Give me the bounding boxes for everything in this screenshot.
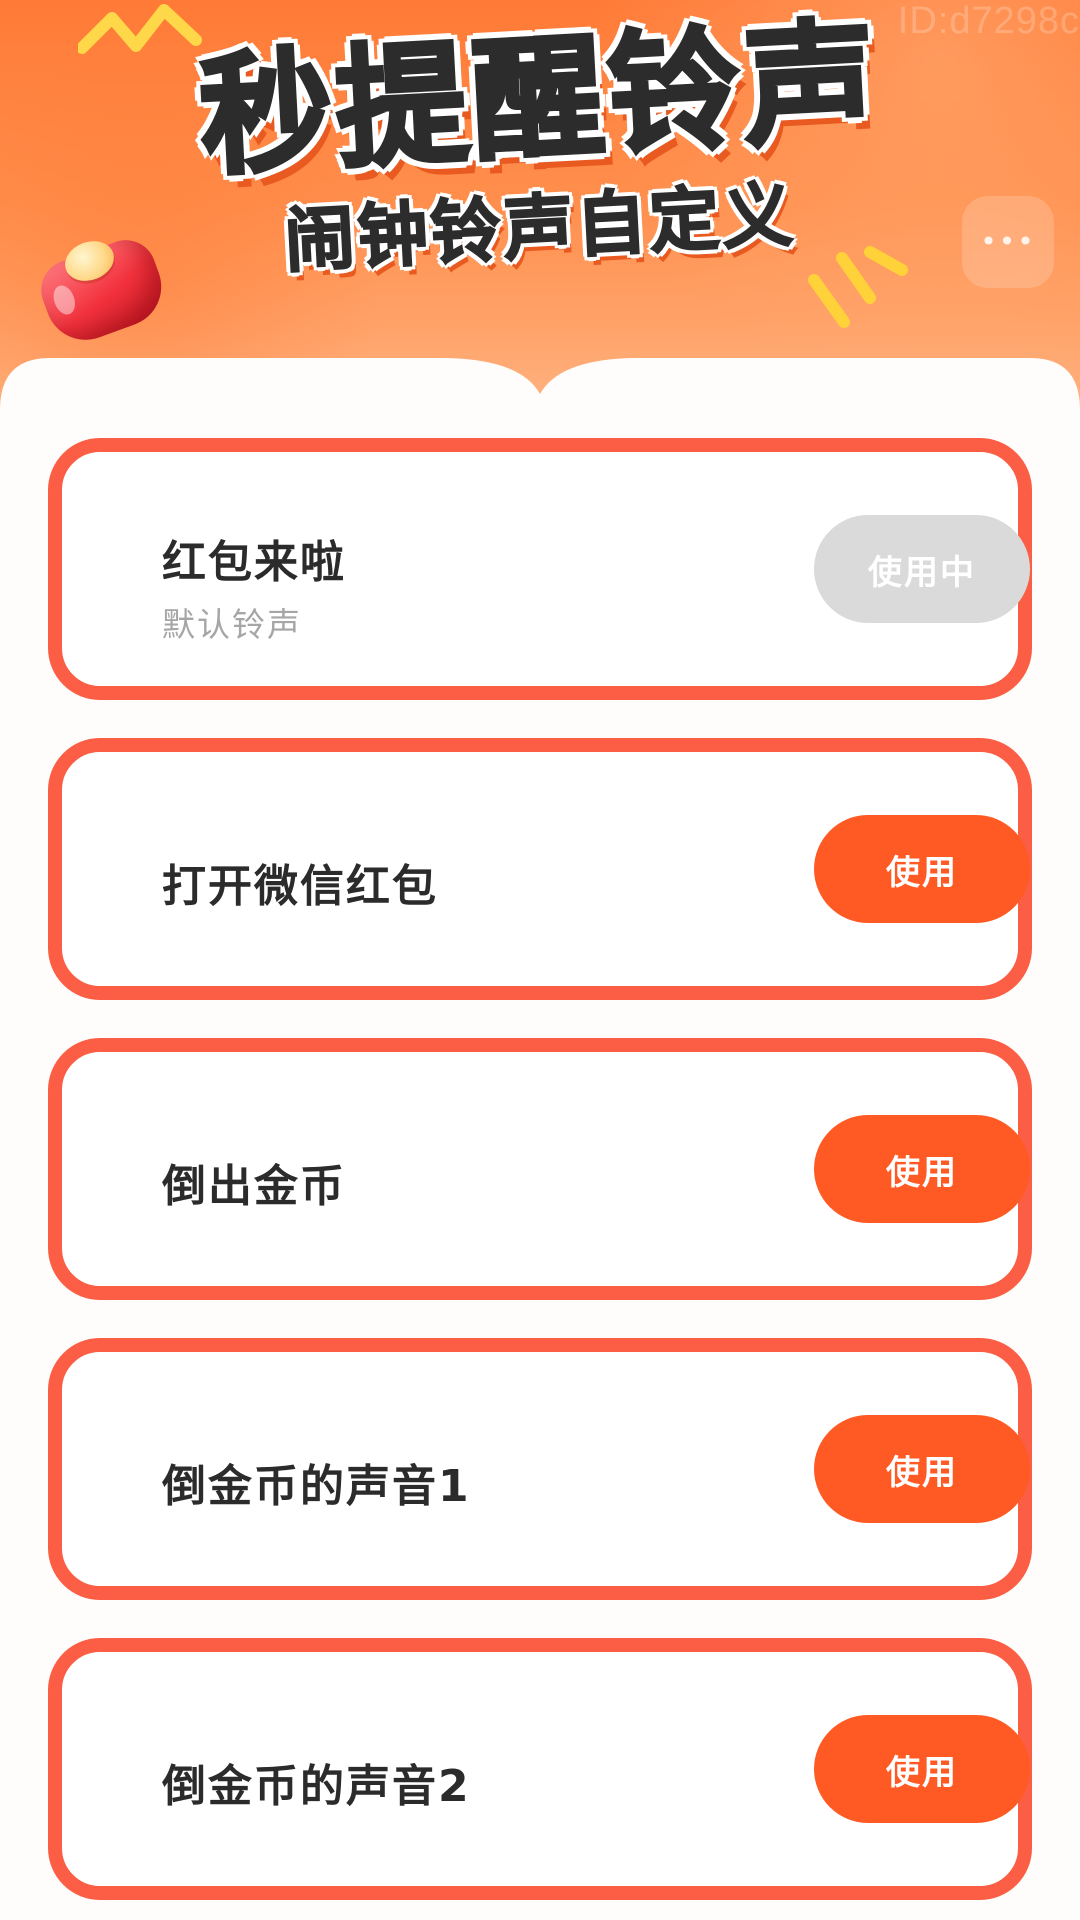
use-button[interactable]: 使用 [814,815,1030,923]
ringtone-card: 倒金币的声音2 使用 [48,1638,1032,1900]
ringtone-name: 倒金币的声音2 [162,1761,471,1812]
yellow-burst-decoration [808,246,908,328]
ringtone-default-label: 默认铃声 [162,605,302,644]
in-use-button[interactable]: 使用中 [814,515,1030,623]
ringtone-name: 红包来啦 [162,537,346,588]
ringtone-card: 打开微信红包 使用 [48,738,1032,1000]
use-button[interactable]: 使用 [814,1715,1030,1823]
ringtone-name: 倒金币的声音1 [162,1461,471,1512]
more-dots-icon: ••• [980,225,1036,258]
ringtone-card: 红包来啦 默认铃声 使用中 [48,438,1032,700]
ringtone-card: 倒出金币 使用 [48,1038,1032,1300]
more-button[interactable]: ••• [962,196,1054,288]
ringtone-card: 倒金币的声音1 使用 [48,1338,1032,1600]
use-button[interactable]: 使用 [814,1115,1030,1223]
ringtone-name: 倒出金币 [162,1161,346,1212]
use-button[interactable]: 使用 [814,1415,1030,1523]
ringtone-name: 打开微信红包 [162,861,438,912]
